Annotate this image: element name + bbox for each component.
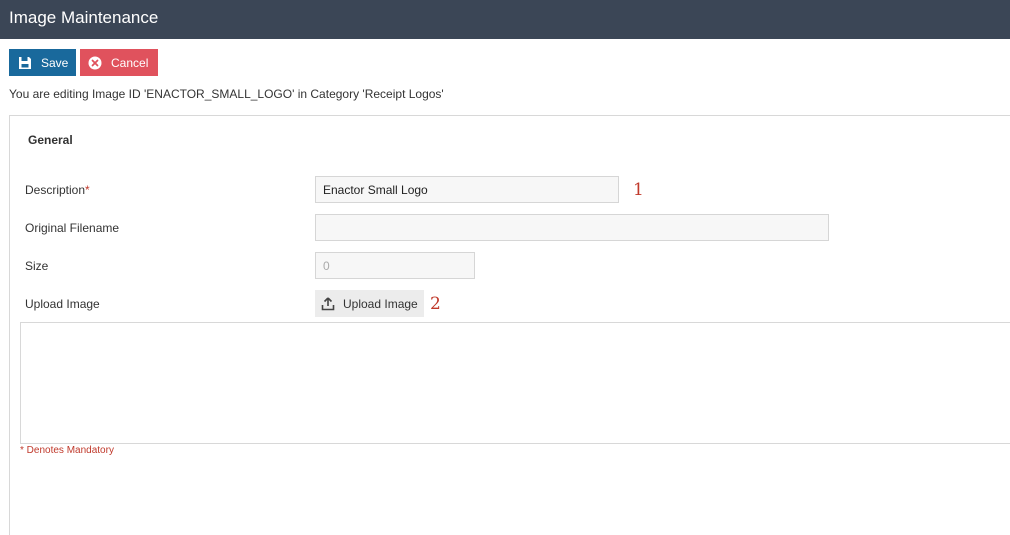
annotation-1: 1 [633, 180, 644, 200]
page-title: Image Maintenance [9, 8, 159, 27]
floppy-disk-icon [18, 56, 32, 70]
save-button[interactable]: Save [9, 49, 76, 76]
mandatory-note: * Denotes Mandatory [20, 445, 114, 456]
description-label-text: Description [25, 183, 86, 197]
cancel-circle-icon [88, 56, 102, 70]
annotation-2: 2 [430, 294, 441, 314]
cancel-button-label: Cancel [111, 55, 149, 70]
title-bar: Image Maintenance [0, 0, 1010, 39]
editing-info-text: You are editing Image ID 'ENACTOR_SMALL_… [9, 87, 444, 101]
cancel-button[interactable]: Cancel [80, 49, 158, 76]
original-filename-label: Original Filename [25, 221, 120, 235]
upload-icon [321, 296, 335, 311]
save-button-label: Save [41, 55, 69, 70]
description-field[interactable] [315, 176, 619, 203]
upload-image-label: Upload Image [25, 297, 100, 311]
upload-image-button[interactable]: Upload Image [315, 290, 424, 317]
image-preview-area [20, 322, 1010, 444]
required-marker: * [85, 183, 90, 197]
size-label: Size [25, 259, 49, 273]
size-field [315, 252, 475, 279]
section-title-general: General [28, 133, 73, 147]
upload-image-button-label: Upload Image [343, 296, 418, 311]
description-label: Description* [25, 183, 90, 197]
original-filename-field[interactable] [315, 214, 829, 241]
